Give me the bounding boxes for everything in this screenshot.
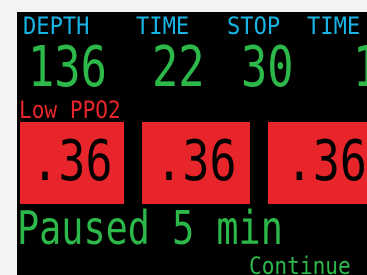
dive-computer-screen: DEPTH TIME STOP TIME 136 22 30 1 Low PPO…	[17, 12, 367, 275]
stop-time-value: 1	[353, 40, 367, 96]
ppo2-sensor-3: .36	[268, 122, 367, 204]
time-value: 22	[152, 35, 205, 100]
low-ppo2-warning: Low PPO2	[19, 96, 121, 124]
depth-value: 136	[28, 35, 107, 100]
ppo2-sensor-2: .36	[142, 122, 250, 204]
paused-status-message: Paused 5 min	[17, 201, 283, 255]
ppo2-sensor-2-value: .36	[155, 129, 237, 194]
continue-button[interactable]: Continue	[249, 254, 351, 275]
stop-depth-value: 30	[241, 35, 294, 100]
ppo2-sensor-3-value: .36	[285, 129, 367, 194]
ppo2-sensor-1-value: .36	[31, 129, 113, 194]
ppo2-sensor-1: .36	[20, 122, 124, 204]
